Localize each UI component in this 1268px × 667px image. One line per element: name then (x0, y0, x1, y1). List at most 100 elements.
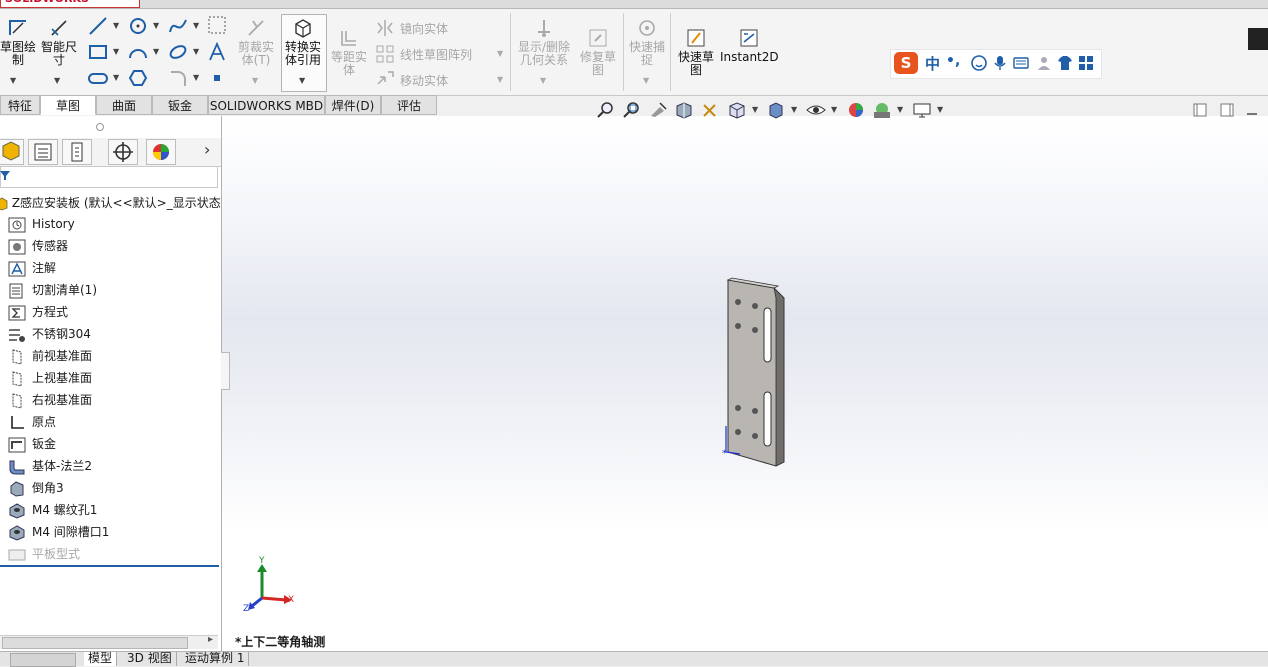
linear-pattern-label[interactable]: 线性草图阵列 (400, 46, 472, 63)
quick-snaps-dropdown-icon[interactable]: ▼ (643, 76, 649, 85)
move-entities-icon[interactable] (375, 69, 395, 89)
tree-item-sheet-metal[interactable]: 钣金 (8, 434, 56, 454)
tree-filter-input[interactable] (0, 166, 218, 188)
tree-horizontal-scrollbar[interactable]: ▸ (0, 634, 218, 649)
linear-pattern-icon[interactable] (375, 44, 395, 64)
tree-item-chamfer[interactable]: 倒角3 (8, 478, 64, 498)
tab-evaluate[interactable]: 评估 (381, 95, 437, 115)
spline-icon[interactable] (168, 16, 188, 36)
fillet-icon[interactable] (168, 68, 188, 88)
tree-item-sensors[interactable]: 传感器 (8, 236, 68, 256)
rapid-sketch-button[interactable]: 快速草 图 (674, 27, 718, 77)
toolbox-grid-icon[interactable] (1078, 55, 1094, 71)
tab-surfaces[interactable]: 曲面 (96, 95, 152, 115)
tree-item-base-flange[interactable]: 基体-法兰2 (8, 456, 92, 476)
minimize-pane-icon[interactable] (1247, 113, 1257, 115)
display-style-dropdown-icon[interactable]: ▼ (791, 105, 797, 114)
previous-view-icon[interactable] (648, 101, 668, 119)
trim-dropdown-icon[interactable]: ▼ (252, 76, 258, 85)
tree-item-top-plane[interactable]: 上视基准面 (8, 368, 92, 388)
ellipse-icon[interactable] (168, 42, 188, 62)
smart-dimension-button[interactable]: 智能尺 寸 (38, 17, 80, 67)
construction-geometry-icon[interactable] (207, 15, 227, 35)
tab-motion-study[interactable]: 运动算例 1 (181, 652, 250, 666)
tree-item-origin[interactable]: 原点 (8, 412, 56, 432)
tab-mbd[interactable]: SOLIDWORKS MBD (208, 95, 325, 115)
slot-dropdown-icon[interactable]: ▼ (113, 73, 119, 82)
tree-item-annotations[interactable]: 注解 (8, 258, 56, 278)
instant2d-button[interactable]: Instant2D (720, 27, 779, 64)
point-icon[interactable] (207, 68, 227, 88)
tree-root-part[interactable]: Z感应安装板 (默认<<默认>_显示状态 (0, 193, 221, 213)
relations-dropdown-icon[interactable]: ▼ (540, 76, 546, 85)
emoji-icon[interactable] (971, 55, 987, 71)
dimxpert-manager-tab[interactable] (108, 139, 138, 165)
offset-entities-button[interactable]: 等距实 体 (328, 27, 370, 77)
mirror-icon[interactable] (375, 18, 395, 38)
tab-3d-views[interactable]: 3D 视图 (123, 652, 177, 666)
mirror-label[interactable]: 镜向实体 (400, 20, 448, 37)
polygon-icon[interactable] (128, 68, 148, 88)
tab-sheet-metal[interactable]: 钣金 (152, 95, 208, 115)
view-orientation-icon[interactable] (727, 101, 747, 119)
line-icon[interactable] (88, 16, 108, 36)
zoom-to-fit-icon[interactable] (596, 101, 616, 119)
tab-sketch[interactable]: 草图 (40, 95, 96, 115)
convert-entities-dropdown-icon[interactable]: ▼ (299, 76, 305, 85)
tab-features[interactable]: 特征 (0, 95, 40, 115)
view-settings-dropdown-icon[interactable]: ▼ (937, 105, 943, 114)
display-manager-tab[interactable] (146, 139, 176, 165)
dynamic-annotation-icon[interactable] (700, 101, 720, 119)
property-manager-tab[interactable] (28, 139, 58, 165)
hide-show-items-icon[interactable] (806, 101, 826, 119)
panel-grip-handle[interactable] (96, 123, 104, 131)
convert-entities-button[interactable]: 转换实 体引用 (281, 17, 325, 67)
apply-scene-dropdown-icon[interactable]: ▼ (897, 105, 903, 114)
tab-weldments[interactable]: 焊件(D) (325, 95, 381, 115)
rectangle-dropdown-icon[interactable]: ▼ (113, 47, 119, 56)
more-tabs-chevron-icon[interactable]: › (204, 140, 210, 159)
apply-scene-icon[interactable] (872, 101, 892, 119)
view-settings-icon[interactable] (912, 101, 932, 119)
spline-dropdown-icon[interactable]: ▼ (193, 21, 199, 30)
restore-pane-icon[interactable] (1193, 101, 1207, 119)
tree-item-front-plane[interactable]: 前视基准面 (8, 346, 92, 366)
scrollbar-thumb[interactable] (2, 637, 188, 649)
rollback-bar[interactable] (0, 565, 219, 567)
ellipse-dropdown-icon[interactable]: ▼ (193, 47, 199, 56)
trim-button[interactable]: 剪裁实 体(T) (234, 17, 278, 67)
scroll-right-arrow-icon[interactable]: ▸ (208, 634, 213, 645)
line-dropdown-icon[interactable]: ▼ (113, 21, 119, 30)
part-model[interactable]: * (718, 276, 792, 470)
microphone-icon[interactable] (992, 55, 1008, 71)
keyboard-icon[interactable] (1013, 55, 1029, 71)
zoom-to-area-icon[interactable] (622, 101, 642, 119)
sogou-logo-icon[interactable]: S (894, 52, 918, 74)
slot-icon[interactable] (88, 68, 108, 88)
move-entities-label[interactable]: 移动实体 (400, 72, 448, 89)
tab-model[interactable]: 模型 (84, 652, 118, 666)
sketch-dropdown-icon[interactable]: ▼ (10, 76, 16, 85)
tree-item-right-plane[interactable]: 右视基准面 (8, 390, 92, 410)
fillet-dropdown-icon[interactable]: ▼ (193, 73, 199, 82)
circle-icon[interactable] (128, 16, 148, 36)
arc-icon[interactable] (128, 42, 148, 62)
display-style-icon[interactable] (766, 101, 786, 119)
circle-dropdown-icon[interactable]: ▼ (153, 21, 159, 30)
move-entities-dropdown-icon[interactable]: ▼ (497, 75, 503, 84)
user-icon[interactable] (1036, 55, 1052, 71)
edit-appearance-icon[interactable] (846, 101, 866, 119)
text-icon[interactable] (207, 42, 227, 62)
tree-item-flat-pattern[interactable]: 平板型式 (8, 544, 80, 564)
sketch-button[interactable]: 草图绘 制 (0, 17, 36, 67)
section-view-icon[interactable] (674, 101, 694, 119)
configuration-manager-tab[interactable] (62, 139, 92, 165)
skin-shirt-icon[interactable] (1057, 55, 1073, 71)
tree-item-cut-list[interactable]: 切割清单(1) (8, 280, 97, 300)
smart-dimension-dropdown-icon[interactable]: ▼ (54, 76, 60, 85)
tree-item-history[interactable]: History (8, 214, 75, 234)
repair-sketch-button[interactable]: 修复草 图 (576, 27, 620, 77)
feature-manager-tab[interactable] (0, 139, 24, 165)
tree-item-m4-clearance-slot[interactable]: M4 间隙槽口1 (8, 522, 109, 542)
quick-snaps-button[interactable]: 快速捕 捉 (626, 17, 668, 67)
